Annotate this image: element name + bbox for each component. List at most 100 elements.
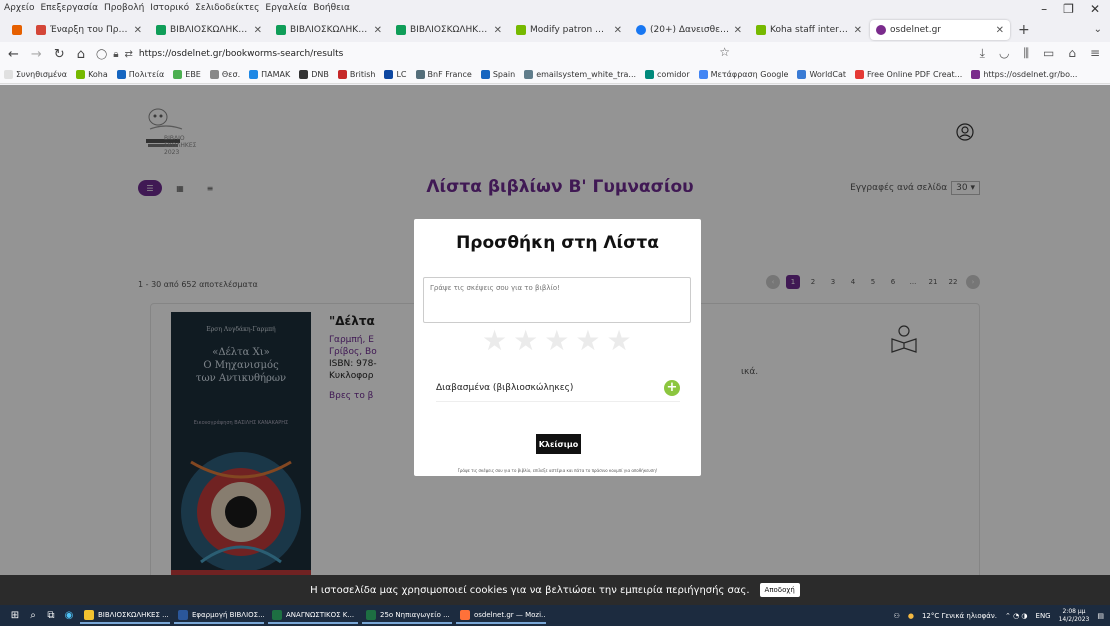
cookie-banner: Η ιστοσελίδα μας χρησιμοποιεί cookies γι… [0, 575, 1110, 605]
menu-edit[interactable]: Επεξεργασία [41, 3, 99, 13]
new-tab-icon[interactable]: + [1018, 22, 1030, 38]
close-window-icon[interactable]: ✕ [1090, 2, 1100, 16]
list-all-tabs-icon[interactable]: ⌄ [1094, 24, 1102, 35]
permissions-icon[interactable]: ⇄ [125, 49, 133, 60]
close-tab-icon[interactable]: ✕ [254, 25, 262, 36]
close-tab-icon[interactable]: ✕ [614, 25, 622, 36]
bookmark-item[interactable]: Συνηθισμένα [4, 70, 67, 79]
bookmark-item[interactable]: BnF France [415, 70, 472, 79]
tab-facebook[interactable]: (20+) Δανεισθείσες Βιβλιοθήκ ✕ [630, 20, 748, 40]
bookmark-item[interactable]: DNB [299, 70, 329, 79]
notifications-icon[interactable]: ▤ [1097, 612, 1104, 620]
taskbar-app[interactable]: 25ο Νηπιαγωγείο ... [362, 607, 452, 624]
close-tab-icon[interactable]: ✕ [996, 25, 1004, 36]
close-tab-icon[interactable]: ✕ [494, 25, 502, 36]
tab-koha-patron[interactable]: Modify patron Μαρία-Ιωάννα ✕ [510, 20, 628, 40]
library-icon[interactable]: ⫼ [1023, 46, 1029, 61]
clock[interactable]: 2:08 μμ 14/2/2023 [1059, 608, 1090, 624]
taskbar-app[interactable]: ΑΝΑΓΝΩΣΤΙΚΟΣ Κ... [268, 607, 358, 624]
bookmark-label: DNB [311, 70, 329, 79]
taskbar-app-label: ΒΙΒΛΙΟΣΚΩΛΗΚΕΣ ... [98, 610, 169, 619]
tab-label: Koha staff interface [770, 25, 850, 35]
modal-title: Προσθήκη στη Λίστα [456, 233, 659, 253]
edge-icon[interactable]: ◉ [62, 609, 76, 623]
bookmark-item[interactable]: https://osdelnet.gr/bo... [971, 70, 1077, 79]
tray-icons[interactable]: ⌃ ◔ ◑ [1005, 612, 1028, 620]
weather-text[interactable]: 12°C Γενικά ηλιοφάν. [922, 612, 997, 620]
thoughts-textarea[interactable] [423, 277, 691, 323]
bookmark-item[interactable]: LC [384, 70, 407, 79]
star-2-icon[interactable]: ★ [513, 327, 538, 355]
downloads-icon[interactable]: ⤓ [980, 46, 985, 61]
app-menu-icon[interactable]: ≡ [1090, 46, 1100, 61]
bookmark-item[interactable]: Koha [76, 70, 108, 79]
search-icon[interactable]: ⌕ [26, 609, 40, 623]
tab-sheets-2[interactable]: ΒΙΒΛΙΟΣΚΩΛΗΚΕΣ 2023 - ΑΤΟΜ ✕ [270, 20, 388, 40]
minimize-icon[interactable]: – [1041, 2, 1047, 16]
maximize-icon[interactable]: ❐ [1063, 2, 1074, 16]
firefox-view-tab[interactable] [6, 20, 28, 40]
tab-bar: Έναρξη του Προγράμματος σ ✕ ΒΙΒΛΙΟΣΚΩΛΗΚΕ… [0, 18, 1110, 42]
home-icon[interactable]: ⌂ [77, 47, 85, 62]
menu-file[interactable]: Αρχείο [4, 3, 35, 13]
cookie-accept-button[interactable]: Αποδοχή [759, 583, 800, 597]
language-indicator[interactable]: ENG [1036, 612, 1051, 620]
task-view-icon[interactable]: ⧉ [44, 609, 58, 623]
windows-start-icon[interactable]: ⊞ [8, 609, 22, 623]
tab-sheets-1[interactable]: ΒΙΒΛΙΟΣΚΩΛΗΚΕΣ ΓΥΜΝΑΣΙΑ 2 ✕ [150, 20, 268, 40]
bookmark-item[interactable]: ΕΒΕ [173, 70, 201, 79]
tab-label: ΒΙΒΛΙΟΣΚΩΛΗΚΕΣ 2023 - ΑΤΟΜ [290, 25, 370, 35]
menu-history[interactable]: Ιστορικό [150, 3, 189, 13]
forward-icon[interactable]: → [31, 47, 42, 62]
bookmark-item[interactable]: comidor [645, 70, 690, 79]
bookmark-label: Μετάφραση Google [710, 70, 789, 79]
star-3-icon[interactable]: ★ [544, 327, 569, 355]
tab-osdelnet[interactable]: osdelnet.gr ✕ [870, 20, 1010, 40]
close-button[interactable]: Κλείσιμο [536, 434, 581, 454]
reading-list-row: Διαβασμένα (βιβλιοσκώληκες) + [436, 374, 680, 402]
menu-tools[interactable]: Εργαλεία [265, 3, 307, 13]
close-tab-icon[interactable]: ✕ [134, 25, 142, 36]
url-text[interactable]: https://osdelnet.gr/bookworms-search/res… [139, 49, 343, 59]
taskbar-app[interactable]: osdelnet.gr — Mozi... [456, 607, 546, 624]
reload-icon[interactable]: ↻ [54, 47, 65, 62]
gmail-icon [36, 25, 46, 35]
bookmark-item[interactable]: British [337, 70, 375, 79]
back-icon[interactable]: ← [8, 47, 19, 62]
bookmark-item[interactable]: Μετάφραση Google [698, 70, 789, 79]
bookmark-item[interactable]: WorldCat [797, 70, 846, 79]
star-4-icon[interactable]: ★ [575, 327, 600, 355]
tab-koha-staff[interactable]: Koha staff interface ✕ [750, 20, 868, 40]
close-tab-icon[interactable]: ✕ [374, 25, 382, 36]
lock-icon[interactable]: 🔒︎ [113, 49, 118, 60]
tab-label: osdelnet.gr [890, 25, 941, 35]
star-5-icon[interactable]: ★ [606, 327, 631, 355]
menu-bookmarks[interactable]: Σελιδοδείκτες [195, 3, 259, 13]
pocket-icon[interactable]: ◡ [999, 46, 1009, 61]
menu-help[interactable]: Βοήθεια [313, 3, 350, 13]
tab-label: (20+) Δανεισθείσες Βιβλιοθήκ [650, 25, 730, 35]
bookmark-item[interactable]: ΠΑΜΑΚ [249, 70, 290, 79]
bookmark-item[interactable]: Θεσ. [209, 70, 240, 79]
people-icon[interactable]: ⚇ [894, 612, 900, 620]
menu-view[interactable]: Προβολή [104, 3, 144, 13]
shield-icon[interactable]: ◯ [96, 49, 107, 60]
url-bar[interactable]: ◯ 🔒︎ ⇄ https://osdelnet.gr/bookworms-sea… [90, 45, 730, 63]
taskbar-app[interactable]: Εφαρμογή ΒΙΒΛΙΟΣ... [174, 607, 264, 624]
tab-gmail[interactable]: Έναρξη του Προγράμματος σ ✕ [30, 20, 148, 40]
bookmark-star-icon[interactable]: ☆ [719, 45, 730, 59]
bookmark-item[interactable]: Free Online PDF Creat... [855, 70, 962, 79]
add-to-list-button[interactable]: + [664, 379, 680, 396]
extensions-icon[interactable]: ⌂ [1068, 46, 1076, 61]
taskbar-app[interactable]: ΒΙΒΛΙΟΣΚΩΛΗΚΕΣ ... [80, 607, 170, 624]
bookmark-favicon-icon [384, 70, 394, 79]
sidebar-icon[interactable]: ▭ [1043, 46, 1054, 61]
bookmark-item[interactable]: emailsystem_white_tra... [524, 70, 636, 79]
tab-sheets-3[interactable]: ΒΙΒΛΙΟΣΚΩΛΗΚΕΣ 2023-ΕΠΤΡΑΠ ✕ [390, 20, 508, 40]
bookmark-item[interactable]: Spain [480, 70, 515, 79]
bookmark-item[interactable]: Πολιτεία [116, 70, 164, 79]
star-1-icon[interactable]: ★ [482, 327, 507, 355]
close-tab-icon[interactable]: ✕ [854, 25, 862, 36]
close-tab-icon[interactable]: ✕ [734, 25, 742, 36]
weather-icon[interactable]: ● [908, 612, 914, 620]
